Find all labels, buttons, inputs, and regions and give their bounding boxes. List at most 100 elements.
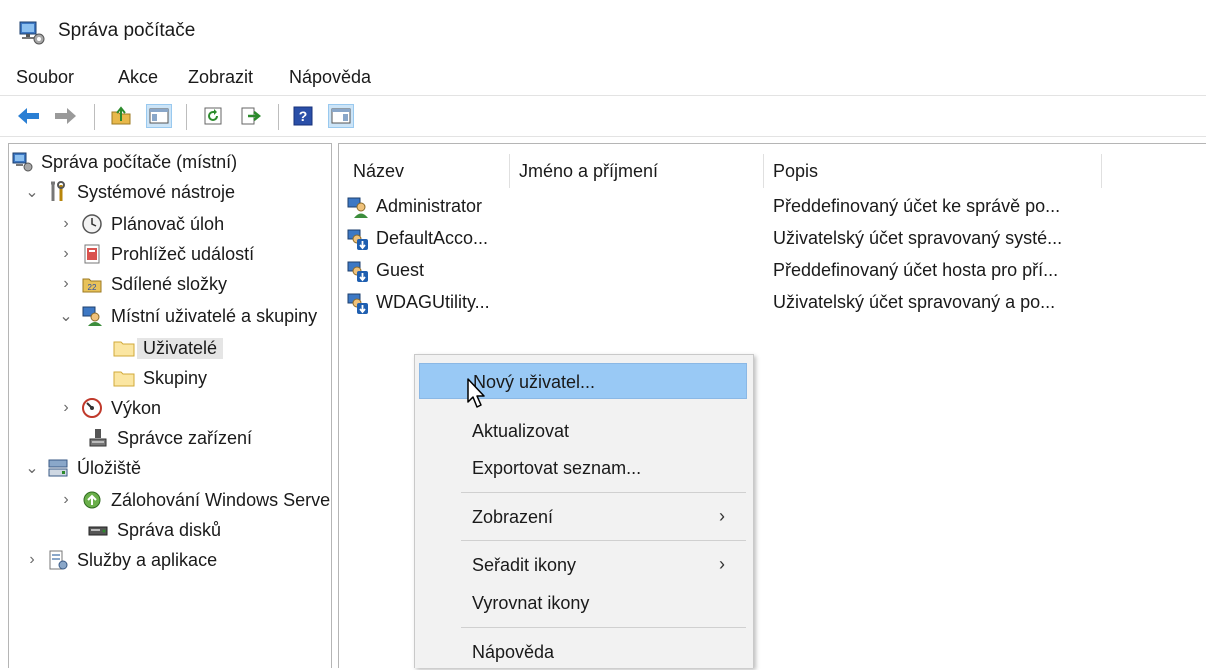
up-folder-icon[interactable]	[108, 104, 134, 128]
menu-item-refresh[interactable]: Aktualizovat	[419, 413, 747, 449]
tree-item-label: Výkon	[111, 397, 162, 418]
user-icon	[347, 197, 368, 218]
menu-item-export-list[interactable]: Exportovat seznam...	[419, 450, 747, 486]
services-icon	[47, 549, 69, 571]
computer-management-icon	[19, 21, 45, 45]
device-manager-icon	[87, 427, 109, 449]
menu-item-label: Nový uživatel...	[473, 372, 596, 392]
tree-item-performance[interactable]: › Výkon	[57, 394, 161, 422]
tree-item-label: Služby a aplikace	[77, 549, 218, 570]
menu-item-view[interactable]: Zobrazení ›	[419, 499, 747, 535]
toolbar-separator	[186, 104, 187, 130]
menu-view[interactable]: Zobrazit	[186, 64, 255, 90]
folder-icon	[113, 337, 135, 359]
menu-separator	[461, 627, 746, 628]
back-arrow-icon[interactable]	[16, 104, 42, 128]
title-bar: Správa počítače	[0, 0, 1206, 64]
menu-separator	[461, 492, 746, 493]
chevron-down-icon[interactable]: ⌄	[23, 458, 41, 478]
user-name: WDAGUtility...	[376, 292, 490, 312]
export-list-icon[interactable]	[238, 104, 264, 128]
menu-file[interactable]: Soubor	[14, 64, 76, 90]
chevron-right-icon[interactable]: ›	[57, 275, 75, 293]
tree-item-disk-management[interactable]: Správa disků	[87, 516, 221, 544]
tree-item-task-scheduler[interactable]: › Plánovač úloh	[57, 210, 224, 238]
console-tree: Správa počítače (místní) ⌄ Systémové nás…	[8, 143, 332, 668]
list-item[interactable]: Administrator Předdefinovaný účet ke spr…	[339, 192, 1206, 222]
tools-icon	[47, 181, 69, 203]
chevron-right-icon[interactable]: ›	[23, 551, 41, 569]
event-viewer-icon	[81, 243, 103, 265]
menu-item-line-up-icons[interactable]: Vyrovnat ikony	[419, 585, 747, 621]
chevron-right-icon[interactable]: ›	[57, 399, 75, 417]
menu-item-label: Seřadit ikony	[472, 555, 577, 575]
disk-management-icon	[87, 519, 109, 541]
tree-item-services-apps[interactable]: › Služby a aplikace	[23, 546, 217, 574]
show-hide-action-pane-icon[interactable]	[328, 104, 354, 128]
tree-item-label: Místní uživatelé a skupiny	[111, 305, 318, 326]
menu-item-arrange-icons[interactable]: Seřadit ikony ›	[419, 547, 747, 583]
tree-item-label: Prohlížeč událostí	[111, 243, 255, 264]
chevron-right-icon[interactable]: ›	[57, 245, 75, 263]
refresh-icon[interactable]	[200, 104, 226, 128]
tree-item-storage[interactable]: ⌄ Úložiště	[23, 454, 141, 482]
tree-item-device-manager[interactable]: Správce zařízení	[87, 424, 252, 452]
tree-item-users[interactable]: Uživatelé	[113, 334, 224, 362]
tree-item-event-viewer[interactable]: › Prohlížeč událostí	[57, 240, 254, 268]
performance-icon	[81, 397, 103, 419]
tree-item-label: Plánovač úloh	[111, 213, 225, 234]
mouse-pointer-icon	[467, 378, 485, 408]
tree-item-label: Sdílené složky	[111, 273, 228, 294]
backup-icon	[81, 489, 103, 511]
tree-item-local-users-groups[interactable]: ⌄ Místní uživatelé a skupiny	[57, 302, 317, 330]
user-disabled-icon	[347, 293, 368, 314]
users-groups-icon	[81, 305, 103, 327]
chevron-down-icon[interactable]: ⌄	[57, 306, 75, 326]
column-header-full-name[interactable]: Jméno a příjmení	[519, 154, 658, 188]
list-item[interactable]: Guest Předdefinovaný účet hosta pro pří.…	[339, 256, 1206, 286]
tree-item-windows-backup[interactable]: › Zálohování Windows Server	[57, 486, 331, 514]
chevron-down-icon[interactable]: ⌄	[23, 182, 41, 202]
forward-arrow-icon[interactable]	[52, 104, 78, 128]
menu-bar: Soubor Akce Zobrazit Nápověda	[0, 64, 1206, 94]
list-item[interactable]: DefaultAcco... Uživatelský účet spravova…	[339, 224, 1206, 254]
menu-separator	[461, 540, 746, 541]
menu-item-label: Vyrovnat ikony	[472, 593, 590, 613]
tree-item-groups[interactable]: Skupiny	[113, 364, 207, 392]
tree-item-label: Správa disků	[117, 519, 222, 540]
toolbar-separator	[278, 104, 279, 130]
menu-item-label: Zobrazení	[472, 507, 554, 527]
tree-item-shared-folders[interactable]: › 22 Sdílené složky	[57, 270, 227, 298]
user-description: Uživatelský účet spravovaný a po...	[773, 292, 1056, 312]
menu-item-label: Nápověda	[472, 642, 555, 662]
column-header-name[interactable]: Název	[353, 154, 404, 188]
svg-text:?: ?	[299, 108, 308, 124]
menu-item-help[interactable]: Nápověda	[419, 634, 747, 670]
tree-item-system-tools[interactable]: ⌄ Systémové nástroje	[23, 178, 235, 206]
show-hide-tree-icon[interactable]	[146, 104, 172, 128]
help-icon[interactable]: ?	[290, 104, 316, 128]
column-header-description[interactable]: Popis	[773, 154, 818, 188]
tree-item-label: Správce zařízení	[117, 427, 253, 448]
list-item[interactable]: WDAGUtility... Uživatelský účet spravova…	[339, 288, 1206, 318]
column-separator[interactable]	[509, 154, 510, 188]
svg-text:22: 22	[88, 283, 97, 292]
menu-action[interactable]: Akce	[116, 64, 160, 90]
context-menu: Nový uživatel... Aktualizovat Exportovat…	[414, 354, 754, 668]
chevron-right-icon[interactable]: ›	[57, 215, 75, 233]
tree-item-label: Uživatelé	[137, 337, 224, 359]
column-separator[interactable]	[1101, 154, 1102, 188]
tree-item-computer-management[interactable]: Správa počítače (místní)	[11, 148, 237, 176]
shared-folder-icon: 22	[81, 273, 103, 295]
menu-item-label: Exportovat seznam...	[472, 458, 642, 478]
user-description: Uživatelský účet spravovaný systé...	[773, 228, 1063, 248]
menu-help[interactable]: Nápověda	[287, 64, 373, 90]
column-separator[interactable]	[763, 154, 764, 188]
user-disabled-icon	[347, 261, 368, 282]
user-description: Předdefinovaný účet hosta pro pří...	[773, 260, 1059, 280]
chevron-right-icon[interactable]: ›	[57, 491, 75, 509]
clock-icon	[81, 213, 103, 235]
tree-item-label: Skupiny	[143, 367, 208, 388]
menu-item-label: Aktualizovat	[472, 421, 570, 441]
tree-item-label: Správa počítače (místní)	[41, 151, 238, 172]
